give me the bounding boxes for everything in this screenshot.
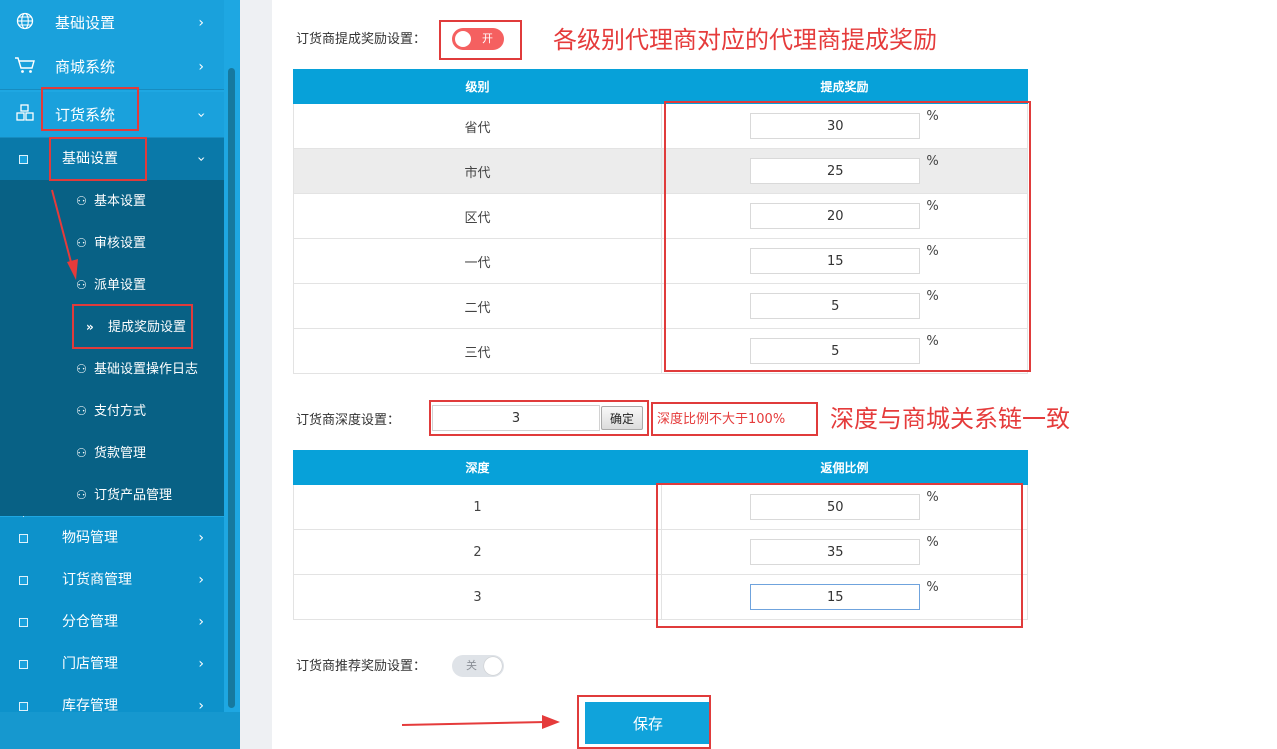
annotation-arrow [51,189,560,729]
